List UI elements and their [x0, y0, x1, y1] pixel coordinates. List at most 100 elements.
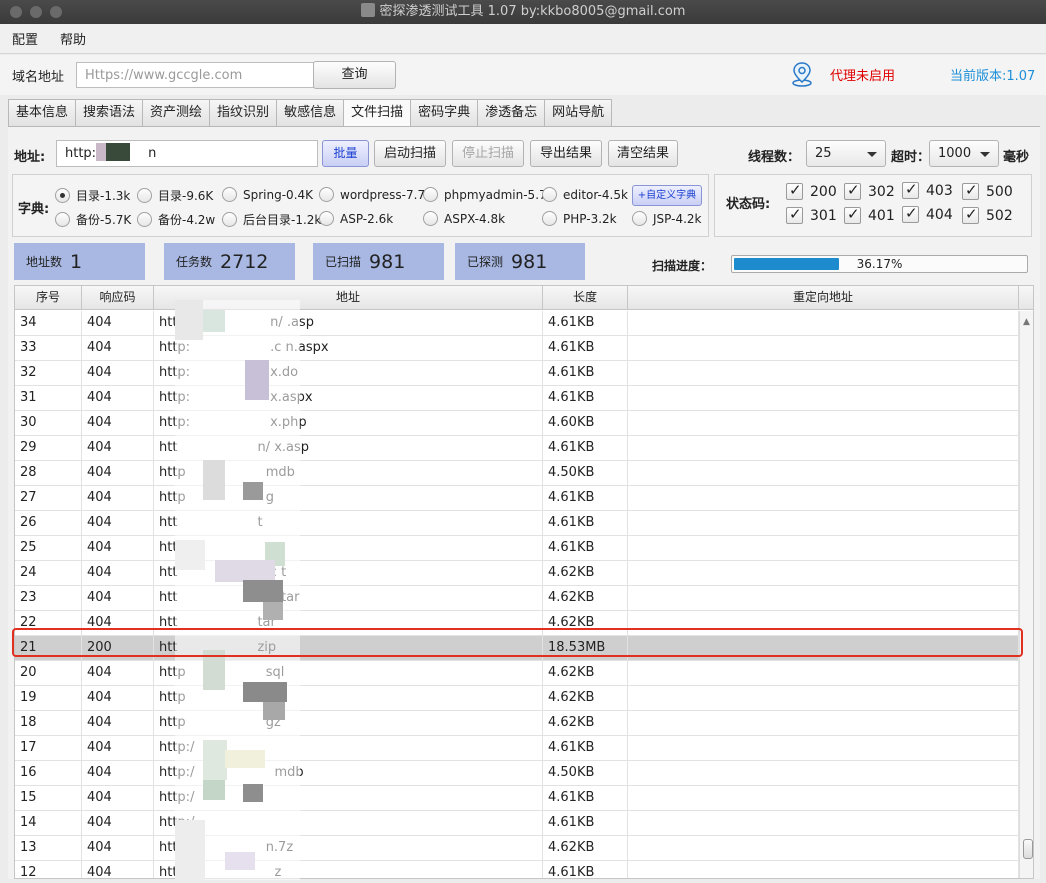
dict-radio-editor[interactable]: editor-4.5k — [542, 187, 628, 202]
table-row[interactable]: 17404http:/4.61KB — [15, 736, 1019, 761]
status-code-text: 401 — [868, 207, 895, 224]
status-checkbox-401[interactable]: 401 — [844, 205, 895, 224]
status-checkbox-301[interactable]: 301 — [786, 205, 837, 224]
timeout-select[interactable]: 1000 — [929, 140, 999, 167]
dict-radio-dir-1-3k[interactable]: 目录-1.3k — [55, 187, 130, 204]
table-row[interactable]: 33404http:.c n.aspx4.61KB — [15, 336, 1019, 361]
dict-option-label: phpmyadmin-5.7k — [444, 187, 554, 202]
menu-config[interactable]: 配置 — [12, 29, 38, 48]
status-checkbox-302[interactable]: 302 — [844, 181, 895, 200]
batch-button[interactable]: 批量 — [322, 140, 369, 167]
start-scan-button[interactable]: 启动扫描 — [374, 140, 446, 167]
dict-radio-backup-4-2w[interactable]: 备份-4.2w — [137, 211, 215, 228]
table-row[interactable]: 29404httn/ x.asp4.61KB — [15, 436, 1019, 461]
stop-scan-button[interactable]: 停止扫描 — [452, 140, 524, 167]
tab-pentest-notes[interactable]: 渗透备忘 — [477, 99, 546, 126]
domain-input[interactable] — [76, 62, 314, 88]
cell-response-code: 404 — [82, 561, 154, 585]
tab-search-syntax[interactable]: 搜索语法 — [75, 99, 144, 126]
close-window-button[interactable] — [10, 6, 22, 18]
dict-option-label: ASPX-4.8k — [444, 211, 506, 226]
dict-radio-asp[interactable]: ASP-2.6k — [319, 211, 393, 226]
menu-help[interactable]: 帮助 — [60, 29, 86, 48]
cell-redirect — [628, 536, 1019, 560]
table-row[interactable]: 24404httn.c t4.62KB — [15, 561, 1019, 586]
dict-radio-phpmyadmin[interactable]: phpmyadmin-5.7k — [423, 187, 554, 202]
dict-radio-jsp[interactable]: JSP-4.2k — [632, 211, 702, 226]
custom-dict-button[interactable]: +自定义字典 — [632, 185, 702, 206]
table-row[interactable]: 23404httn.c tar4.62KB — [15, 586, 1019, 611]
dict-radio-admin-dir[interactable]: 后台目录-1.2k — [222, 211, 321, 228]
address-input[interactable]: http: n — [56, 140, 318, 167]
table-row[interactable]: 19404httpxt4.62KB — [15, 686, 1019, 711]
cell-response-code: 404 — [82, 586, 154, 610]
table-row[interactable]: 28404httpmdb4.50KB — [15, 461, 1019, 486]
query-button[interactable]: 查询 — [313, 61, 396, 89]
tab-password-dict[interactable]: 密码字典 — [410, 99, 479, 126]
cell-length: 4.61KB — [543, 511, 628, 535]
table-row[interactable]: 26404httt4.61KB — [15, 511, 1019, 536]
tab-fingerprint[interactable]: 指纹识别 — [209, 99, 278, 126]
minimize-window-button[interactable] — [30, 6, 42, 18]
tab-site-nav[interactable]: 网站导航 — [544, 99, 613, 126]
table-row[interactable]: 31404http:x.aspx4.61KB — [15, 386, 1019, 411]
window-controls — [10, 6, 62, 18]
radio-circle — [423, 187, 438, 202]
cell-response-code: 404 — [82, 761, 154, 785]
scrollbar-thumb[interactable] — [1023, 839, 1033, 859]
cell-response-code: 404 — [82, 536, 154, 560]
radio-circle — [319, 187, 334, 202]
status-code-text: 502 — [986, 207, 1013, 224]
scroll-up-icon[interactable]: ▲ — [1023, 317, 1030, 327]
tab-file-scan[interactable]: 文件扫描 — [343, 99, 412, 127]
table-row[interactable]: 14404http:/4.61KB — [15, 811, 1019, 836]
tab-asset-mapping[interactable]: 资产测绘 — [142, 99, 211, 126]
results-table: 序号 响应码 地址 长度 重定向地址 34404http:n/ .asp4.61… — [14, 285, 1034, 879]
table-row[interactable]: 18404httpgz4.62KB — [15, 711, 1019, 736]
col-index[interactable]: 序号 — [15, 286, 82, 310]
domain-label: 域名地址 — [12, 70, 65, 85]
cell-length: 4.62KB — [543, 561, 628, 585]
table-row[interactable]: 30404http:x.php4.60KB — [15, 411, 1019, 436]
dict-radio-backup-5-7k[interactable]: 备份-5.7K — [55, 211, 131, 228]
table-row[interactable]: 32404http:x.do4.61KB — [15, 361, 1019, 386]
table-row[interactable]: 20404httpsql4.62KB — [15, 661, 1019, 686]
cell-redirect — [628, 361, 1019, 385]
clear-results-button[interactable]: 清空结果 — [608, 140, 678, 167]
status-checkbox-403[interactable]: 403 — [902, 180, 953, 199]
col-response-code[interactable]: 响应码 — [82, 286, 154, 310]
cell-redirect — [628, 511, 1019, 535]
status-checkbox-200[interactable]: 200 — [786, 181, 837, 200]
status-checkbox-500[interactable]: 500 — [962, 181, 1013, 200]
table-row[interactable]: 16404http:/mdb4.50KB — [15, 761, 1019, 786]
export-results-button[interactable]: 导出结果 — [530, 140, 602, 167]
dict-option-label: editor-4.5k — [563, 187, 628, 202]
checkbox-checked-icon — [962, 181, 979, 200]
dict-radio-php[interactable]: PHP-3.2k — [542, 211, 617, 226]
table-body: 34404http:n/ .asp4.61KB33404http:.c n.as… — [15, 311, 1019, 878]
table-row[interactable]: 15404http:/4.61KB — [15, 786, 1019, 811]
threads-select[interactable]: 25 — [806, 140, 886, 167]
cell-index: 19 — [15, 686, 82, 710]
dict-radio-aspx[interactable]: ASPX-4.8k — [423, 211, 505, 226]
table-row[interactable]: 25 404 htt 4.61KB — [15, 536, 1019, 561]
col-redirect[interactable]: 重定向地址 — [628, 286, 1019, 310]
table-row[interactable]: 13404httpn.7z4.62KB — [15, 836, 1019, 861]
dict-radio-dir-9-6k[interactable]: 目录-9.6K — [137, 187, 213, 204]
status-checkbox-404[interactable]: 404 — [902, 204, 953, 223]
version-text[interactable]: 当前版本:1.07 — [950, 65, 1035, 84]
table-row[interactable]: 34404http:n/ .asp4.61KB — [15, 311, 1019, 336]
table-row[interactable]: 27404httpg4.61KB — [15, 486, 1019, 511]
tab-basic-info[interactable]: 基本信息 — [8, 99, 77, 126]
table-row[interactable]: 12404http:/z4.61KB — [15, 861, 1019, 878]
address-redacted — [96, 143, 131, 161]
cell-response-code: 404 — [82, 811, 154, 835]
col-length[interactable]: 长度 — [543, 286, 628, 310]
zoom-window-button[interactable] — [50, 6, 62, 18]
status-checkbox-502[interactable]: 502 — [962, 205, 1013, 224]
detected-value: 981 — [511, 250, 548, 273]
dict-radio-spring[interactable]: Spring-0.4K — [222, 187, 313, 202]
tab-sensitive-info[interactable]: 敏感信息 — [276, 99, 345, 126]
vertical-scrollbar[interactable]: ▲ — [1019, 311, 1033, 878]
dict-radio-wordpress[interactable]: wordpress-7.7k — [319, 187, 432, 202]
